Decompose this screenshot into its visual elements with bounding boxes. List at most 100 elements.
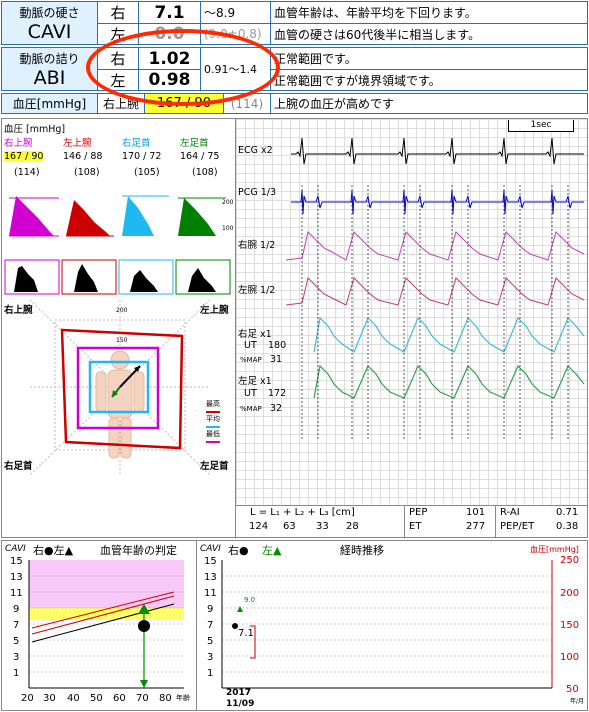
abi-message-2: 正常範囲ですが境界領域です。 xyxy=(270,69,588,91)
bp-col-name-2: 右足首 xyxy=(122,138,151,149)
trend-y-tick-9: 9 xyxy=(207,604,214,615)
cavi-label-jp: 動脈の硬さ xyxy=(19,5,80,20)
stats-l3: 28 xyxy=(346,521,359,532)
radar-legend: 最高 平均 最低 xyxy=(206,398,220,443)
cavi-x-tick-30: 30 xyxy=(43,693,56,704)
stats-l-total: 124 xyxy=(249,521,269,532)
stats-l1: 63 xyxy=(283,521,296,532)
trend-y-tick-11: 11 xyxy=(204,588,217,599)
legend-max: 最高 xyxy=(206,398,220,413)
cavi-label-en: CAVI xyxy=(27,20,72,43)
abi-message-1: 正常範囲です。 xyxy=(270,47,588,70)
radar-label-top-left: 右上腕 xyxy=(4,305,33,316)
cavi-ref: ～8.9 xyxy=(200,1,271,24)
waveforms xyxy=(285,137,585,440)
trend-date-year: 2017 xyxy=(226,688,252,698)
cavi-x-tick-20: 20 xyxy=(21,693,34,704)
pulse-left-ankle xyxy=(178,197,226,236)
cavi-chart-label: CAVI xyxy=(5,544,26,554)
bp-col-name-0: 右上腕 xyxy=(4,138,33,149)
svg-text:200: 200 xyxy=(222,199,234,206)
cavi-x-tick-60: 60 xyxy=(113,693,126,704)
stats-et-value: 277 xyxy=(466,521,486,532)
cavi-x-tick-70: 70 xyxy=(136,693,149,704)
trend-r-tick-50: 50 xyxy=(566,684,579,695)
right-leg-wave xyxy=(313,316,585,353)
left-leg-wave xyxy=(313,364,585,399)
cavi-right-value: 7.1 xyxy=(138,1,201,24)
trend-date-day: 11/09 xyxy=(226,699,255,709)
bp-col-mean-1: (108) xyxy=(74,167,100,178)
trend-r-tick-150: 150 xyxy=(560,620,580,631)
trend-y-tick-7: 7 xyxy=(207,620,214,631)
trend-y-tick-5: 5 xyxy=(207,636,214,647)
stats-pepet-label: PEP/ET xyxy=(500,521,535,532)
cavi-y-tick-7: 7 xyxy=(13,620,20,631)
bp-col-name-1: 左上腕 xyxy=(63,138,92,149)
cavi-y-tick-1: 1 xyxy=(13,668,20,679)
pulse-left-arm xyxy=(66,200,114,237)
trend-r-tick-250: 250 xyxy=(560,555,580,566)
cavi-y-tick-5: 5 xyxy=(13,636,20,647)
trend-divider xyxy=(196,541,197,710)
trend-point-label-1: 9.0 xyxy=(244,596,256,604)
cavi-x-tick-40: 40 xyxy=(67,693,80,704)
ecg-wave xyxy=(291,137,584,165)
bp-col-mean-2: (105) xyxy=(134,167,160,178)
stats-et-label: ET xyxy=(409,521,422,532)
stats-rai-value: 0.71 xyxy=(556,507,579,518)
pulse-histograms xyxy=(4,259,231,295)
abi-highlight-circle xyxy=(86,29,280,106)
cavi-y-tick-13: 13 xyxy=(10,572,23,583)
trend-x-unit: 年/月 xyxy=(570,698,585,705)
abi-label-jp: 動脈の詰り xyxy=(19,51,80,66)
radar-diagram: 200 150 50 xyxy=(30,300,210,475)
bp-col-value-3: 164 / 75 xyxy=(180,151,220,162)
trend-r-tick-200: 200 xyxy=(560,588,580,599)
radar-scale-mid: 150 xyxy=(116,337,128,344)
stats-l2: 33 xyxy=(316,521,329,532)
bp-col-value-1: 146 / 88 xyxy=(63,151,103,162)
stats-pepet-value: 0.38 xyxy=(556,521,579,532)
bp-col-name-3: 左足首 xyxy=(180,138,209,149)
cavi-x-tick-80: 80 xyxy=(159,693,172,704)
pulse-right-arm xyxy=(9,196,59,237)
right-arm-wave xyxy=(285,231,585,261)
radar-scale-top: 200 xyxy=(116,307,128,314)
bp-col-value-0: 167 / 90 xyxy=(4,151,44,162)
trend-y-tick-15: 15 xyxy=(204,556,217,567)
bp-table-title: 血圧 [mmHg] xyxy=(4,124,66,135)
cavi-y-tick-11: 11 xyxy=(10,588,23,599)
bp-col-value-2: 170 / 72 xyxy=(122,151,162,162)
legend-mean: 平均 xyxy=(206,413,220,428)
stats-formula: L = L₁ + L₂ + L₃ [cm] xyxy=(250,507,355,518)
bp-col-mean-3: (108) xyxy=(192,167,218,178)
trend-point-label-2: 7.1 xyxy=(238,628,254,639)
stats-rai-label: R-AI xyxy=(500,507,520,518)
cavi-x-unit: 年齢 xyxy=(176,694,190,702)
cavi-x-tick-50: 50 xyxy=(90,693,103,704)
trend-bp-axis-label: 血圧[mmHg] xyxy=(530,545,579,554)
cavi-message-2: 血管の硬さは60代後半に相当します。 xyxy=(270,23,588,45)
trend-r-tick-100: 100 xyxy=(560,652,580,663)
trend-y-tick-1: 1 xyxy=(207,668,214,679)
stats-pep-label: PEP xyxy=(409,507,428,518)
bp-label: 血圧[mmHg] xyxy=(1,93,98,114)
cavi-right-side: 右 xyxy=(97,1,139,24)
stats-divider-2 xyxy=(495,506,496,537)
abi-label-box: 動脈の詰り ABI xyxy=(1,47,98,91)
trend-y-tick-3: 3 xyxy=(207,652,214,663)
cavi-age-chart xyxy=(28,560,184,689)
cavi-y-tick-9: 9 xyxy=(13,604,20,615)
cavi-y-tick-15: 15 xyxy=(10,556,23,567)
pcg-wave xyxy=(291,189,584,215)
legend-min: 最低 xyxy=(206,428,220,443)
svg-text:100: 100 xyxy=(222,225,234,232)
cavi-message-1: 血管年齢は、年齢平均を下回ります。 xyxy=(270,1,588,24)
cavi-right-point xyxy=(138,620,150,632)
radar-label-bottom-left: 右足首 xyxy=(4,461,33,472)
stats-divider-1 xyxy=(404,506,405,537)
trend-cavi-label: CAVI xyxy=(200,544,221,554)
bp-message: 上腕の血圧が高めです xyxy=(270,93,588,114)
stats-pep-value: 101 xyxy=(466,507,486,518)
